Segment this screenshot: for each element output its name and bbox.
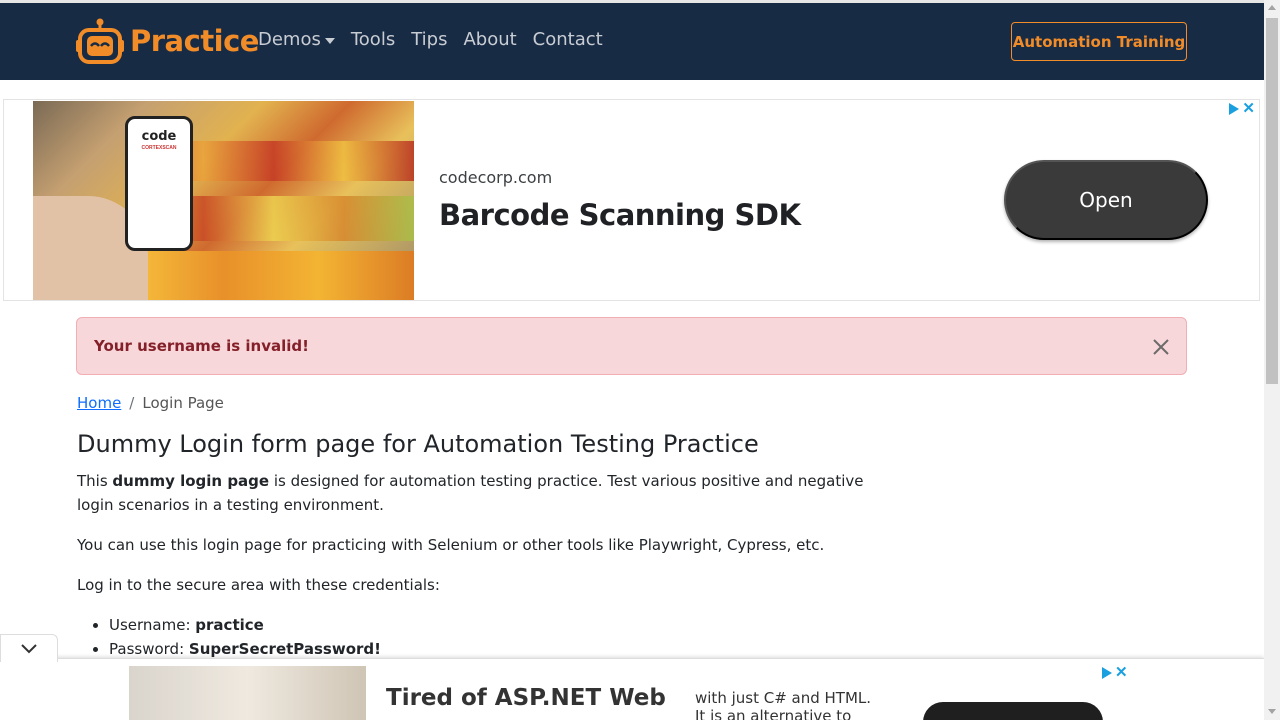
breadcrumb-separator: / [129,394,135,412]
credentials-list: Username: practice Password: SuperSecret… [109,613,381,661]
ad-domain[interactable]: codecorp.com [439,168,552,187]
nav-item-about[interactable]: About [463,29,516,50]
password-label: Password: [109,640,189,658]
ad-banner[interactable]: code CORTEXSCAN codecorp.com Barcode Sca… [3,99,1260,301]
alert-message: Your username is invalid! [94,337,309,355]
ad-image-phone: code CORTEXSCAN [125,116,193,251]
scroll-up-arrow-icon[interactable] [1268,5,1276,10]
nav-item-tips[interactable]: Tips [411,29,447,50]
phone-subbrand: CORTEXSCAN [141,145,177,151]
chevron-down-icon [21,643,37,653]
ad-info-icon[interactable] [1229,103,1240,115]
bottom-ad-text[interactable]: with just C# and HTML. It is an alternat… [695,689,871,720]
scrollbar[interactable] [1264,0,1280,720]
username-label: Username: [109,616,196,634]
username-value: practice [195,616,264,634]
ad-info-icon[interactable] [1102,667,1112,679]
sticky-bottom-ad[interactable]: Tired of ASP.NET Web with just C# and HT… [0,658,1264,720]
breadcrumb-home-link[interactable]: Home [77,394,121,412]
tools-paragraph: You can use this login page for practici… [77,536,825,554]
intro-prefix: This [77,472,113,490]
phone-brand: code [141,129,177,144]
nav-item-demos[interactable]: Demos [258,29,335,50]
adchoices-icon[interactable]: ✕ [1102,665,1128,680]
adchoices-icon[interactable]: ✕ [1229,101,1255,116]
close-icon[interactable] [1151,337,1171,357]
main-nav: Demos Tools Tips About Contact [258,29,619,50]
brand-link[interactable]: Practice [76,17,259,65]
ad-open-button[interactable]: Open [1004,160,1208,240]
robot-logo-icon [76,18,124,64]
ad-image[interactable]: code CORTEXSCAN [33,101,414,300]
bottom-ad-button[interactable] [923,702,1103,720]
bottom-ad-text-line: with just C# and HTML. [695,689,872,707]
nav-item-label: Demos [258,29,321,50]
automation-training-button[interactable]: Automation Training [1011,22,1187,61]
page-title: Dummy Login form page for Automation Tes… [77,430,759,458]
navbar: Practice Demos Tools Tips About Contact … [0,3,1264,80]
nav-item-tools[interactable]: Tools [351,29,395,50]
scroll-down-arrow-icon[interactable] [1268,709,1276,714]
error-alert: Your username is invalid! [76,317,1187,375]
breadcrumb: Home / Login Page [77,394,224,412]
ad-close-icon[interactable]: ✕ [1115,665,1128,680]
ad-title[interactable]: Barcode Scanning SDK [439,198,801,232]
collapse-ad-button[interactable] [0,634,58,662]
breadcrumb-current: Login Page [142,394,224,412]
password-value: SuperSecretPassword! [188,640,381,658]
brand-name: Practice [130,24,259,58]
intro-paragraph: This dummy login page is designed for au… [77,469,867,517]
credentials-intro: Log in to the secure area with these cre… [77,576,440,594]
bottom-ad-image[interactable] [129,666,366,720]
list-item: Username: practice [109,613,381,637]
scrollbar-thumb[interactable] [1266,18,1278,384]
intro-bold: dummy login page [112,472,270,490]
ad-close-icon[interactable]: ✕ [1242,101,1255,116]
bottom-ad-title[interactable]: Tired of ASP.NET Web [386,685,666,711]
bottom-ad-text-line: It is an alternative to [695,707,852,720]
nav-item-contact[interactable]: Contact [533,29,603,50]
caret-down-icon [324,37,335,44]
